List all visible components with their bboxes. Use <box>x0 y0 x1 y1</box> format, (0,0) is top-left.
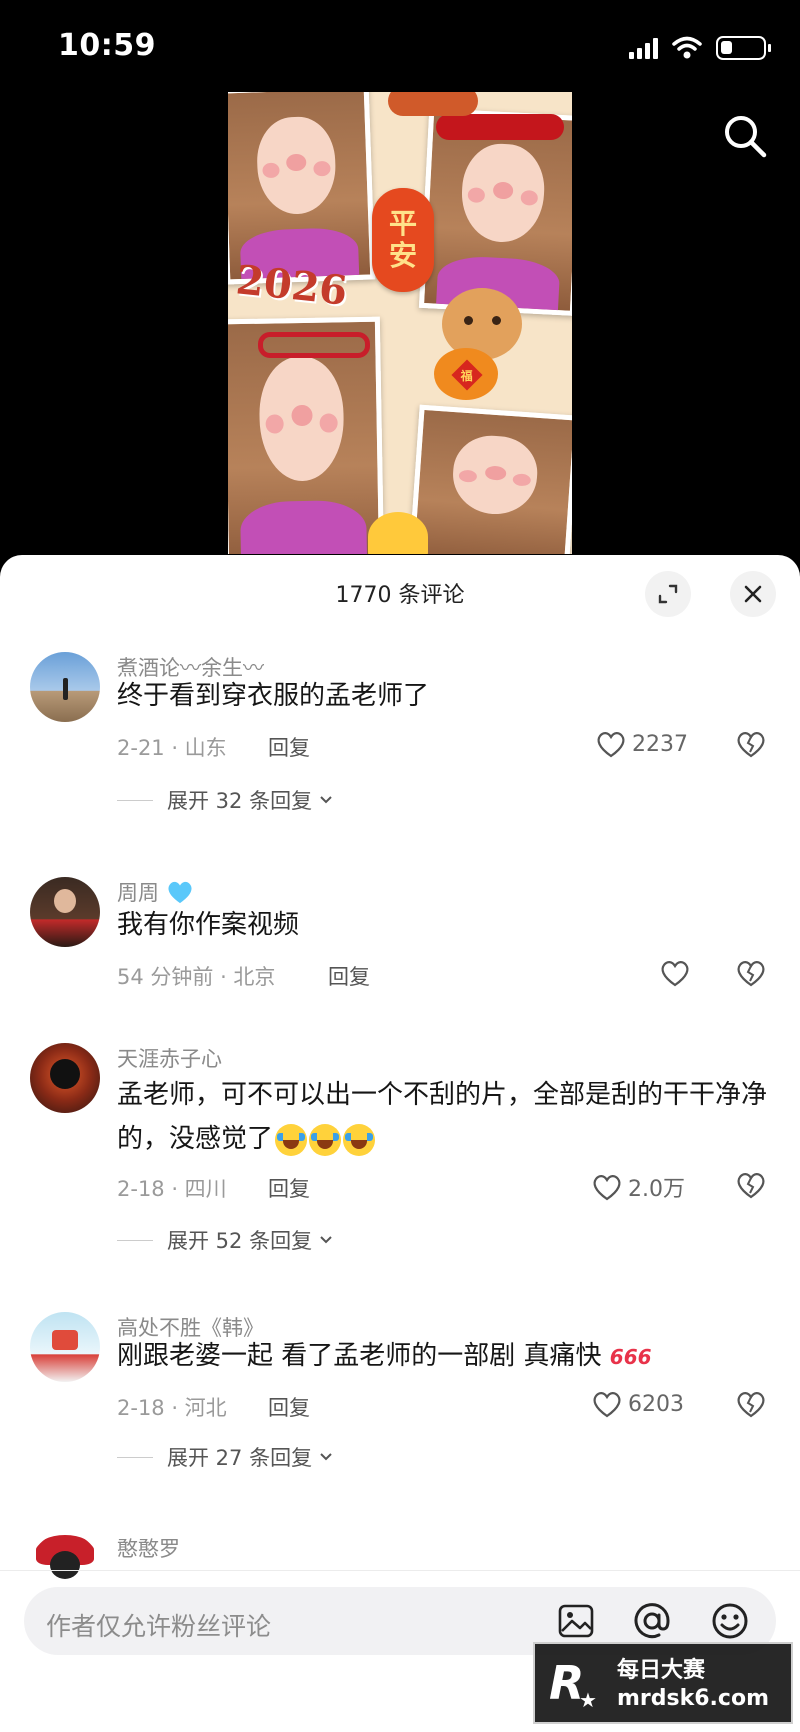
expand-replies[interactable]: 展开 27 条回复 <box>117 1442 334 1472</box>
comment-meta: 2-18 · 四川 <box>117 1177 227 1201</box>
cellular-signal-icon <box>629 37 658 59</box>
pingan-sticker: 平 安 <box>372 188 434 292</box>
dislike-icon[interactable] <box>736 730 766 758</box>
crying-laugh-emoji-icon <box>309 1123 342 1156</box>
avatar[interactable] <box>30 1043 100 1113</box>
comment-text: 终于看到穿衣服的孟老师了 <box>117 681 430 711</box>
watermark-title: 每日大赛 <box>617 1658 706 1683</box>
comment-text: 我有你作案视频 <box>117 910 300 940</box>
expand-button[interactable] <box>645 571 691 617</box>
chevron-down-icon <box>320 1236 332 1244</box>
status-time: 10:59 <box>58 28 156 63</box>
wifi-icon <box>672 36 702 59</box>
chevron-down-icon <box>320 1453 332 1461</box>
reply-button[interactable]: 回复 <box>268 1173 310 1203</box>
watermark-url: mrdsk6.com <box>617 1686 769 1711</box>
comment-item: 煮酒论〰余生〰 终于看到穿衣服的孟老师了 2-21 · 山东 回复 2237 展… <box>0 652 800 822</box>
comment-author[interactable]: 憨憨罗 <box>117 1533 180 1563</box>
close-button[interactable] <box>730 571 776 617</box>
battery-icon <box>716 36 771 60</box>
heart-icon <box>597 732 625 758</box>
dislike-icon[interactable] <box>736 1171 766 1199</box>
like-count: 2.0万 <box>628 1177 685 1202</box>
comment-text: 刚跟老婆一起 看了孟老师的一部剧 真痛快 666 <box>117 1334 777 1379</box>
like-button[interactable]: 2237 <box>596 730 688 758</box>
sun-sticker <box>368 512 428 554</box>
star-icon: ★ <box>579 1688 597 1712</box>
crying-laugh-emoji-icon <box>343 1123 376 1156</box>
comment-meta: 2-21 · 山东 <box>117 736 227 760</box>
dislike-icon[interactable] <box>736 959 766 987</box>
avatar[interactable] <box>30 652 100 722</box>
at-sign-icon <box>634 1603 670 1639</box>
comment-text: 孟老师，可不可以出一个不刮的片，全部是刮的干干净净的，没感觉了 <box>117 1080 768 1156</box>
photo-tile <box>408 404 572 554</box>
battery-level <box>721 41 732 54</box>
heart-icon <box>593 1392 621 1418</box>
expand-replies[interactable]: 展开 32 条回复 <box>117 785 334 815</box>
avatar[interactable] <box>30 877 100 947</box>
watermark: R ★ 每日大赛 mrdsk6.com <box>533 1642 793 1724</box>
comment-input-placeholder: 作者仅允许粉丝评论 <box>46 1612 272 1641</box>
crying-laugh-emoji-icon <box>275 1123 308 1156</box>
reply-button[interactable]: 回复 <box>268 732 310 762</box>
status-bar: 10:59 <box>0 0 800 96</box>
comment-item: 天涯赤子心 孟老师，可不可以出一个不刮的片，全部是刮的干干净净的，没感觉了 2-… <box>0 1043 800 1313</box>
reply-button[interactable]: 回复 <box>328 961 370 991</box>
like-count: 2237 <box>632 731 688 757</box>
smiley-face-icon <box>712 1603 748 1639</box>
like-button[interactable]: 6203 <box>592 1390 684 1418</box>
badge-666: 666 <box>609 1344 652 1369</box>
close-icon <box>744 585 762 603</box>
expand-icon <box>658 584 678 604</box>
sunglasses-sticker <box>258 332 370 358</box>
horse-mascot: 福 <box>434 288 530 406</box>
chevron-down-icon <box>320 796 332 804</box>
video-thumbnail[interactable]: 2026 平 安 福 <box>228 92 572 554</box>
like-button[interactable] <box>660 959 690 987</box>
expand-replies[interactable]: 展开 52 条回复 <box>117 1225 334 1255</box>
image-icon <box>558 1604 594 1638</box>
like-button[interactable]: 2.0万 <box>592 1171 685 1203</box>
photo-tile <box>228 92 376 285</box>
comment-item: 高处不胜《韩》 刚跟老婆一起 看了孟老师的一部剧 真痛快 666 2-18 · … <box>0 1312 800 1492</box>
horse-ear-decoration <box>388 92 478 116</box>
heart-icon <box>661 961 689 987</box>
emoji-button[interactable] <box>708 1599 752 1643</box>
like-count: 6203 <box>628 1391 684 1417</box>
comment-item: 憨憨罗 <box>0 1533 800 1603</box>
divider <box>0 1570 800 1571</box>
comment-panel: 1770 条评论 煮酒论〰余生〰 终于看到穿衣服的孟老师了 2-21 · 山东 … <box>0 555 800 1732</box>
dislike-icon[interactable] <box>736 1390 766 1418</box>
comment-author[interactable]: 天涯赤子心 <box>117 1043 222 1073</box>
blue-heart-icon <box>168 881 192 904</box>
image-button[interactable] <box>554 1599 598 1643</box>
red-bow-headband <box>436 114 564 140</box>
heart-icon <box>593 1175 621 1201</box>
comment-meta: 54 分钟前 · 北京 <box>117 965 276 989</box>
search-icon[interactable] <box>722 113 768 159</box>
status-icons <box>629 36 771 60</box>
avatar[interactable] <box>30 1312 100 1382</box>
mention-button[interactable] <box>630 1599 674 1643</box>
comment-meta: 2-18 · 河北 <box>117 1396 227 1420</box>
reply-button[interactable]: 回复 <box>268 1392 310 1422</box>
comment-item: 周周 我有你作案视频 54 分钟前 · 北京 回复 <box>0 877 800 1007</box>
